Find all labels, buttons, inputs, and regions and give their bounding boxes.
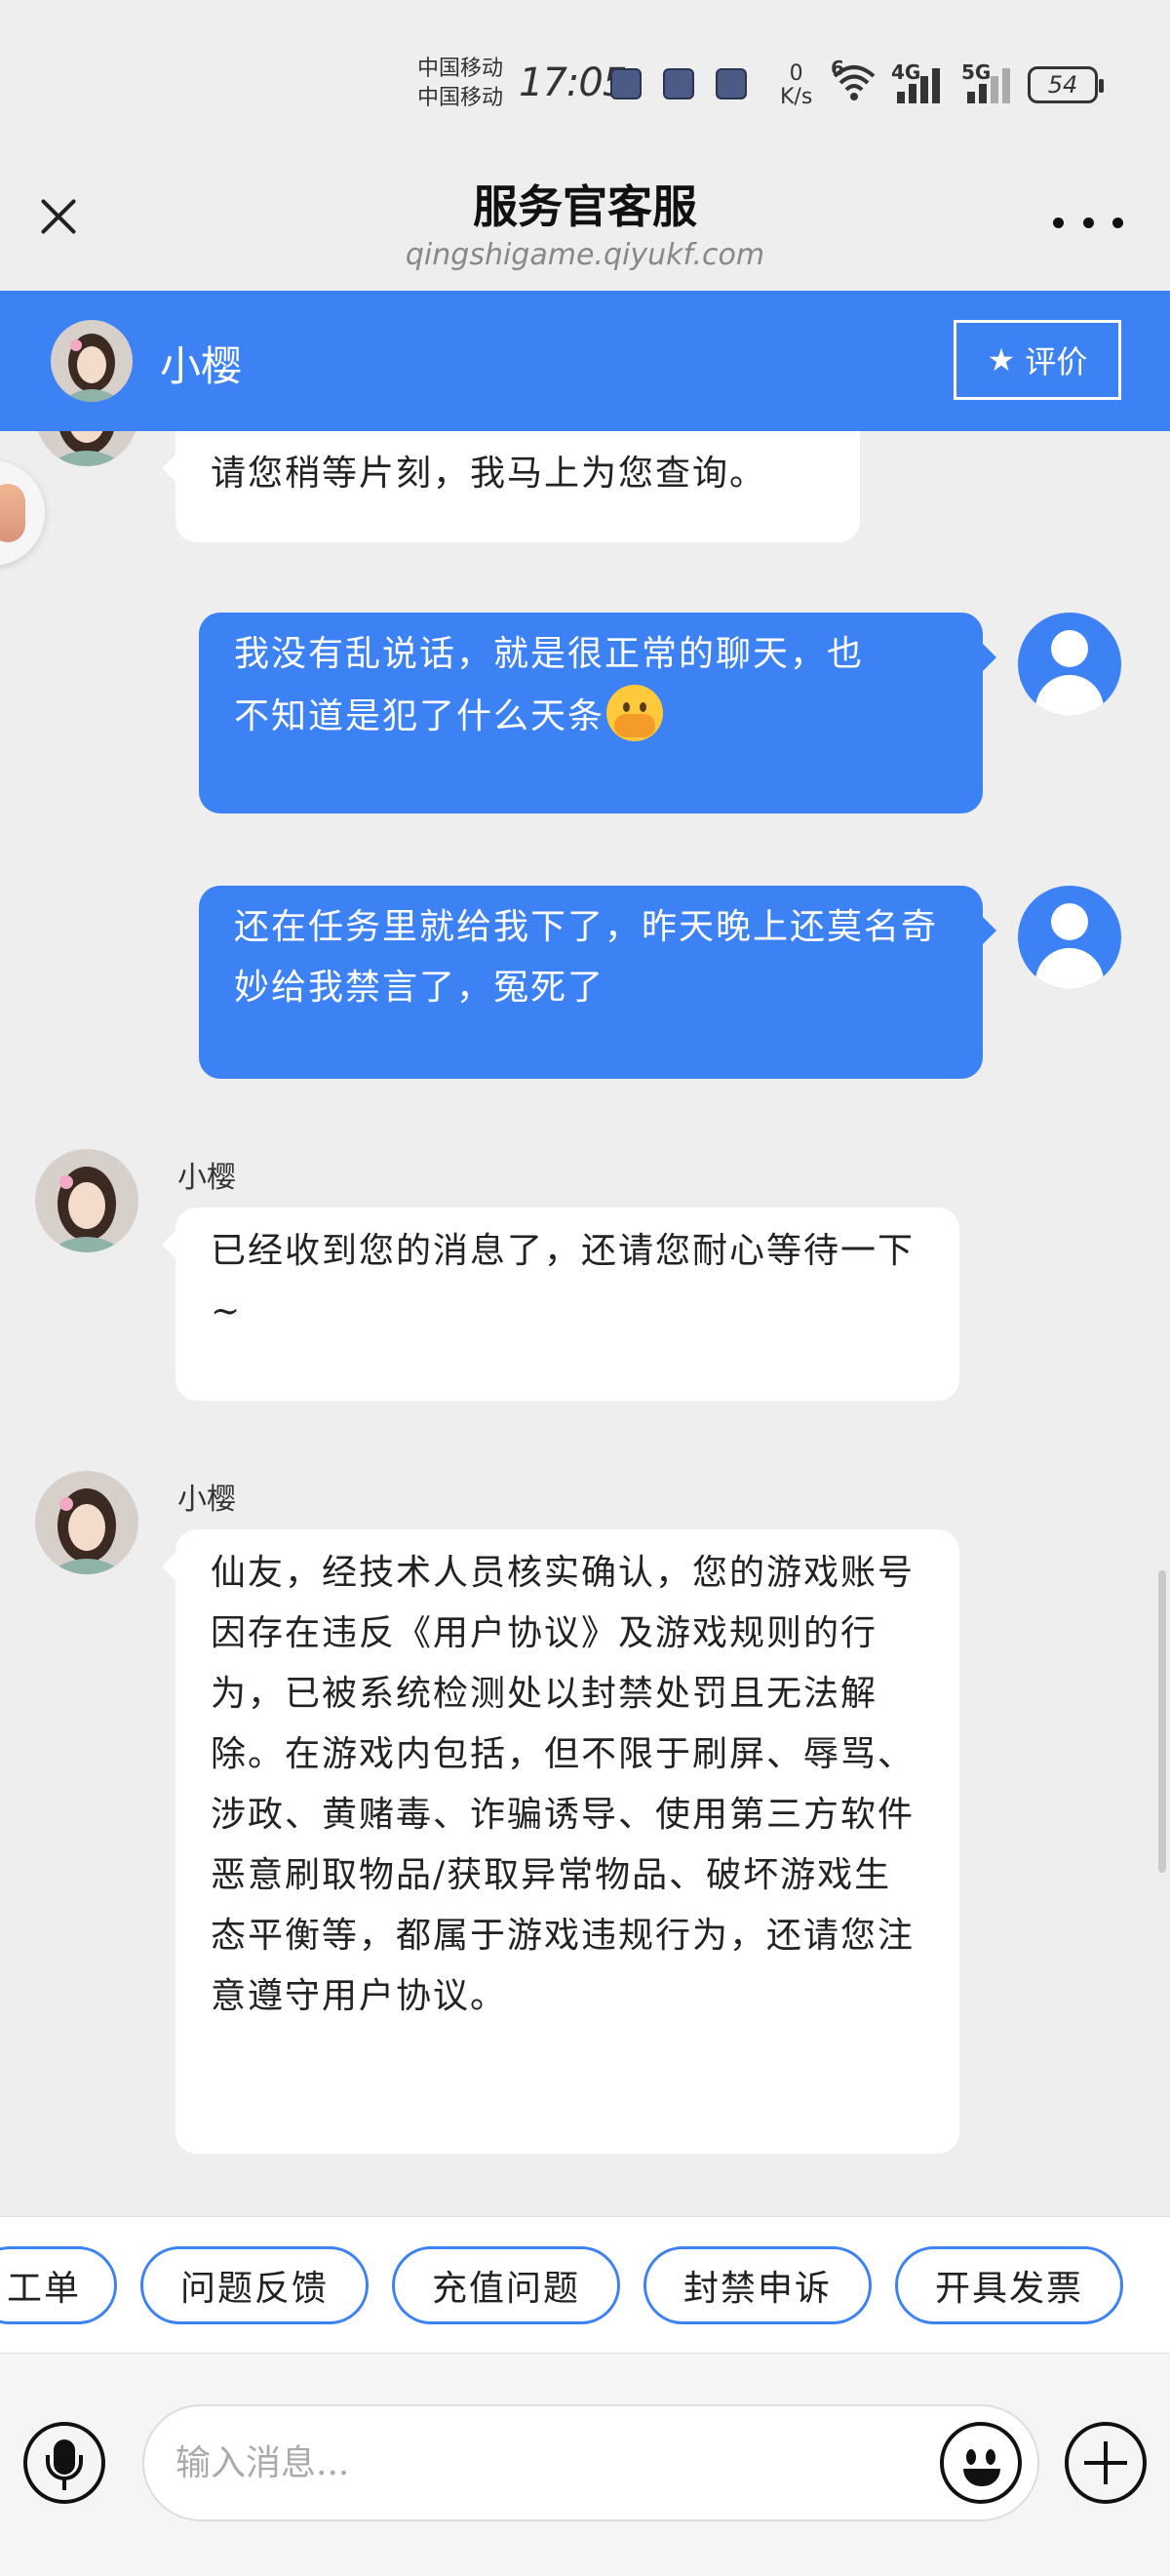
agent-message-bubble: 已经收到您的消息了，还请您耐心等待一下~ — [162, 1208, 959, 1401]
network-speed-unit: K/s — [780, 85, 813, 109]
carrier-1: 中国移动 — [417, 57, 504, 81]
message-text: 已经收到您的消息了，还请您耐心等待一下~ — [211, 1231, 916, 1331]
agent-name: 小樱 — [160, 342, 243, 390]
quick-reply-recharge[interactable]: 充值问题 — [392, 2246, 620, 2324]
signal-bars-icon — [897, 68, 940, 103]
message-sender-name: 小樱 — [177, 1483, 236, 1517]
chat-message-list[interactable]: 请您稍等片刻，我马上为您查询。 我没有乱说话，就是很正常的聊天，也 不知道是犯了… — [0, 431, 1170, 2216]
emoji-icon[interactable] — [940, 2422, 1022, 2504]
user-avatar — [1018, 613, 1121, 716]
app-notification-icon — [610, 68, 642, 99]
quick-reply-feedback[interactable]: 问题反馈 — [140, 2246, 369, 2324]
carrier-2: 中国移动 — [417, 86, 504, 110]
wifi-6-badge: 6 — [831, 57, 844, 80]
signal-bars-icon — [967, 68, 1010, 103]
agent-message-avatar — [35, 1471, 138, 1574]
title-bar: 服务官客服 qingshigame.qiyukf.com — [0, 166, 1170, 291]
page-url: qingshigame.qiyukf.com — [405, 238, 765, 272]
face-with-hand-over-mouth-icon — [606, 685, 664, 741]
chat-scrollbar[interactable] — [1158, 1570, 1166, 1873]
microphone-icon[interactable] — [23, 2422, 105, 2504]
agent-header: 小樱 ★ 评价 — [0, 291, 1170, 431]
status-bar: 中国移动 中国移动 17:05 0 K/s 6 4G 5G 54 — [0, 0, 1170, 166]
quick-reply-invoice[interactable]: 开具发票 — [895, 2246, 1123, 2324]
carrier-labels: 中国移动 中国移动 — [417, 55, 503, 113]
more-options-icon[interactable] — [1053, 213, 1123, 232]
floating-side-widget[interactable] — [0, 460, 45, 566]
app-notification-icon — [663, 68, 694, 99]
message-text: 请您稍等片刻，我马上为您查询。 — [211, 454, 767, 494]
user-avatar — [1018, 886, 1121, 989]
add-attachment-icon[interactable] — [1065, 2422, 1147, 2504]
page-title: 服务官客服 — [473, 180, 697, 233]
message-input[interactable] — [142, 2404, 1039, 2521]
message-input-bar — [0, 2353, 1170, 2576]
rate-button-label: 评价 — [1025, 343, 1088, 380]
message-text-line: 我没有乱说话，就是很正常的聊天，也 — [234, 634, 865, 674]
quick-reply-bar[interactable]: 工单 问题反馈 充值问题 封禁申诉 开具发票 — [0, 2216, 1170, 2354]
rate-button[interactable]: ★ 评价 — [954, 320, 1121, 400]
network-speed-value: 0 — [789, 61, 803, 86]
agent-message-avatar — [35, 1149, 138, 1252]
quick-reply-work-order[interactable]: 工单 — [0, 2246, 117, 2324]
user-message-bubble: 还在任务里就给我下了，昨天晚上还莫名奇妙给我禁言了，冤死了 — [199, 886, 996, 1079]
star-icon: ★ — [987, 341, 1016, 378]
message-sender-name: 小樱 — [177, 1161, 236, 1195]
quick-reply-ban-appeal[interactable]: 封禁申诉 — [644, 2246, 872, 2324]
agent-message-bubble: 仙友，经技术人员核实确认，您的游戏账号因存在违反《用户协议》及游戏规则的行为，已… — [162, 1529, 959, 2154]
agent-message-avatar — [35, 431, 138, 466]
app-notification-icon — [716, 68, 747, 99]
battery-indicator: 54 — [1028, 66, 1104, 103]
message-text: 还在任务里就给我下了，昨天晚上还莫名奇妙给我禁言了，冤死了 — [234, 907, 939, 1008]
message-text: 仙友，经技术人员核实确认，您的游戏账号因存在违反《用户协议》及游戏规则的行为，已… — [211, 1553, 916, 2016]
agent-message-bubble: 请您稍等片刻，我马上为您查询。 — [162, 431, 860, 542]
message-text-line: 不知道是犯了什么天条 — [234, 696, 605, 736]
user-message-bubble: 我没有乱说话，就是很正常的聊天，也 不知道是犯了什么天条 — [199, 613, 996, 813]
agent-avatar[interactable] — [51, 320, 133, 402]
network-speed: 0 K/s — [780, 62, 812, 109]
